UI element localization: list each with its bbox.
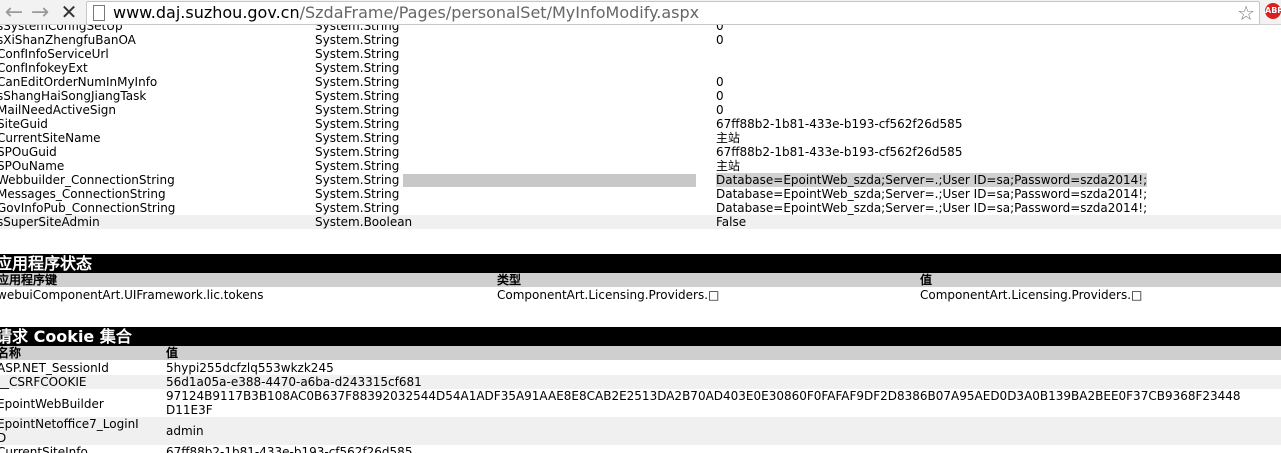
stop-loading-icon[interactable]: ✕ bbox=[55, 0, 83, 24]
row-value: Database=EpointWeb_szda;Server=.;User ID… bbox=[716, 173, 1148, 187]
row-type: ComponentArt.Licensing.Providers.□ bbox=[497, 288, 720, 302]
table-row: EpointNetoffice7_LoginI D admin bbox=[0, 417, 1281, 445]
row-type: System.String bbox=[315, 131, 400, 145]
cookie-name: EpointNetoffice7_LoginI bbox=[0, 417, 139, 431]
browser-toolbar: ← → ✕ www.daj.suzhou.gov.cn/SzdaFrame/Pa… bbox=[0, 0, 1281, 25]
row-value: ComponentArt.Licensing.Providers.□ bbox=[920, 288, 1143, 302]
row-name: GovInfoPub_ConnectionString bbox=[0, 201, 176, 215]
row-value: 0 bbox=[716, 25, 724, 33]
row-type: System.String bbox=[315, 145, 400, 159]
row-name: SPOuName bbox=[0, 159, 65, 173]
section-title-cookies: 请求 Cookie 集合 bbox=[0, 327, 1281, 346]
cookie-name: EpointWebBuilder bbox=[0, 397, 104, 411]
row-value: Database=EpointWeb_szda;Server=.;User ID… bbox=[716, 187, 1148, 201]
row-name: ConfInfoServiceUrl bbox=[0, 47, 109, 61]
row-name: CanEditOrderNumInMyInfo bbox=[0, 75, 158, 89]
page-content: sSystemConfigSetUp System.String 0 sXiSh… bbox=[0, 25, 1281, 453]
page-icon bbox=[93, 5, 105, 21]
row-type: System.String bbox=[315, 33, 400, 47]
cookie-name: __CSRFCOOKIE bbox=[0, 375, 87, 389]
address-bar[interactable]: www.daj.suzhou.gov.cn/SzdaFrame/Pages/pe… bbox=[86, 1, 1260, 25]
header-type: 类型 bbox=[497, 273, 522, 287]
header-value: 值 bbox=[920, 273, 933, 287]
row-type: System.String bbox=[315, 201, 400, 215]
row-value: 67ff88b2-1b81-433e-b193-cf562f26d585 bbox=[716, 145, 963, 159]
row-value: 0 bbox=[716, 89, 724, 103]
row-type: System.String bbox=[315, 25, 400, 33]
cookie-name: ASP.NET_SessionId bbox=[0, 361, 109, 375]
row-type: System.String bbox=[315, 103, 400, 117]
row-name: sXiShanZhengfuBanOA bbox=[0, 33, 136, 47]
cookie-value-continued: D11E3F bbox=[166, 403, 213, 417]
row-value: 0 bbox=[716, 103, 724, 117]
url-text[interactable]: www.daj.suzhou.gov.cn/SzdaFrame/Pages/pe… bbox=[113, 2, 699, 24]
row-name: sShangHaiSongJiangTask bbox=[0, 89, 147, 103]
row-name: Messages_ConnectionString bbox=[0, 187, 166, 201]
section-title-text: 请求 Cookie 集合 bbox=[0, 327, 132, 346]
row-type: System.String bbox=[315, 117, 400, 131]
url-host: www.daj.suzhou.gov.cn bbox=[113, 3, 300, 22]
row-key: webuiComponentArt.UIFramework.lic.tokens bbox=[0, 288, 264, 302]
row-value: 主站 bbox=[716, 159, 741, 173]
row-name: sSystemConfigSetUp bbox=[0, 25, 123, 33]
row-type: System.String bbox=[315, 173, 400, 187]
cookie-name: CurrentSiteInfo bbox=[0, 445, 88, 453]
row-type: System.String bbox=[315, 159, 400, 173]
row-value: 0 bbox=[716, 75, 724, 89]
row-value: 主站 bbox=[716, 131, 741, 145]
header-name: 名称 bbox=[0, 346, 22, 360]
cookie-value: 5hypi255dcfzlq553wkzk245 bbox=[166, 361, 334, 375]
table-row: sSuperSiteAdmin System.Boolean False bbox=[0, 215, 1281, 229]
cookie-value: 67ff88b2-1b81-433e-b193-cf562f26d585 bbox=[166, 445, 413, 453]
cookie-name-continued: D bbox=[0, 431, 7, 445]
row-value: Database=EpointWeb_szda;Server=.;User ID… bbox=[716, 201, 1148, 215]
selection-highlight bbox=[403, 174, 696, 187]
section-title-text: 应用程序状态 bbox=[0, 254, 93, 273]
url-path: /SzdaFrame/Pages/personalSet/MyInfoModif… bbox=[299, 3, 700, 22]
cookie-value: 97124B9117B3B108AC0B637F88392032544D54A1… bbox=[166, 389, 1241, 403]
header-key: 应用程序键 bbox=[0, 273, 58, 287]
row-type: System.String bbox=[315, 75, 400, 89]
row-type: System.String bbox=[315, 47, 400, 61]
row-name: sSuperSiteAdmin bbox=[0, 215, 100, 229]
row-type: System.Boolean bbox=[315, 215, 413, 229]
row-value: 67ff88b2-1b81-433e-b193-cf562f26d585 bbox=[716, 117, 963, 131]
header-value: 值 bbox=[166, 346, 179, 360]
back-arrow-icon[interactable]: ← bbox=[0, 0, 28, 25]
bookmark-star-icon[interactable]: ☆ bbox=[1237, 2, 1255, 24]
cookie-value: admin bbox=[166, 424, 204, 438]
forward-arrow-icon[interactable]: → bbox=[26, 0, 54, 25]
row-name: SPOuGuid bbox=[0, 145, 57, 159]
row-value: False bbox=[716, 215, 747, 229]
row-name: CurrentSiteName bbox=[0, 131, 101, 145]
row-name: SiteGuid bbox=[0, 117, 48, 131]
row-type: System.String bbox=[315, 89, 400, 103]
row-type: System.String bbox=[315, 187, 400, 201]
table-row: __CSRFCOOKIE 56d1a05a-e388-4470-a6ba-d24… bbox=[0, 375, 1281, 389]
table-header: 名称 值 bbox=[0, 346, 1281, 360]
section-title-app-state: 应用程序状态 bbox=[0, 254, 1281, 273]
row-type: System.String bbox=[315, 61, 400, 75]
row-name: ConfInfokeyExt bbox=[0, 61, 88, 75]
table-header: 应用程序键 类型 值 bbox=[0, 273, 1281, 287]
row-name: MailNeedActiveSign bbox=[0, 103, 117, 117]
row-name: Webbuilder_ConnectionString bbox=[0, 173, 175, 187]
row-value: 0 bbox=[716, 33, 724, 47]
cookie-value: 56d1a05a-e388-4470-a6ba-d243315cf681 bbox=[166, 375, 422, 389]
adblock-icon[interactable]: ABP bbox=[1265, 3, 1281, 19]
